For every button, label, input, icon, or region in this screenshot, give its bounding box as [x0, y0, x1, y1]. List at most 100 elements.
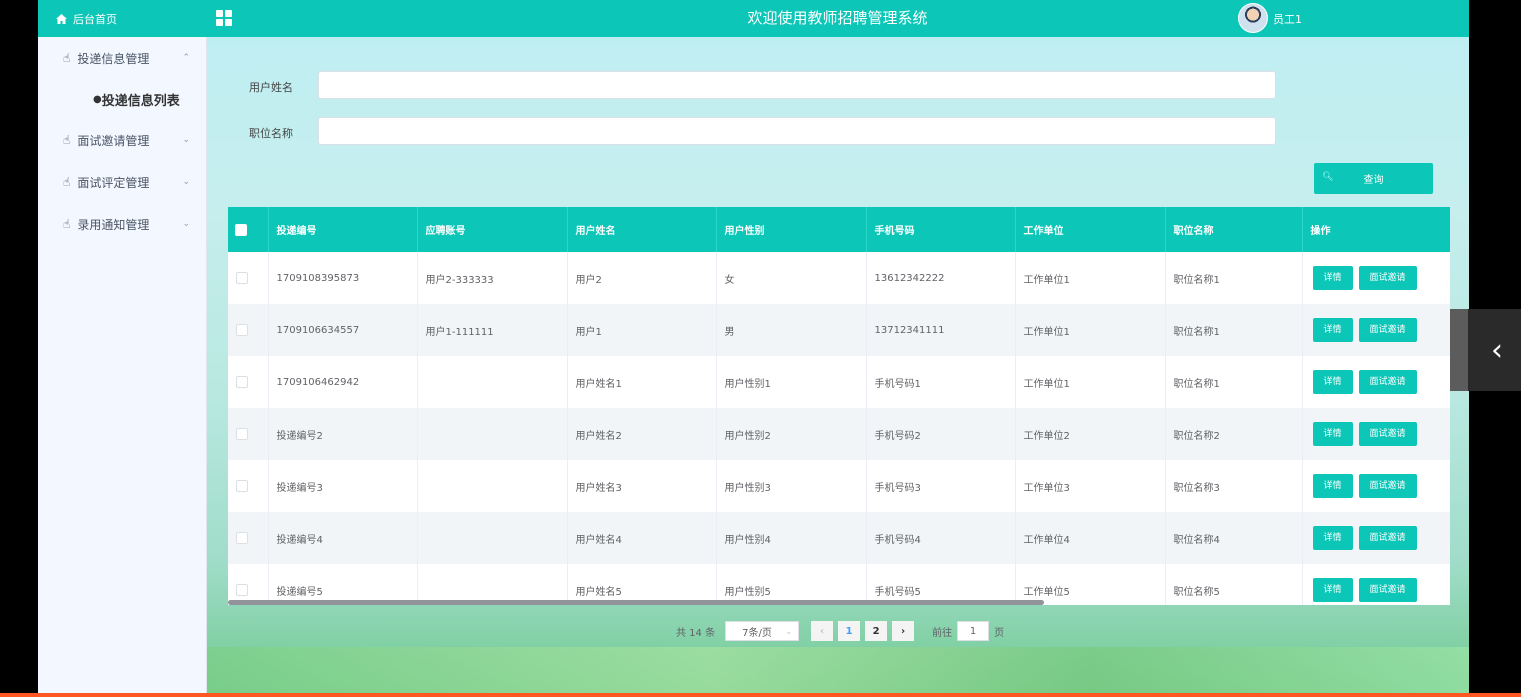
- detail-button[interactable]: 详情: [1312, 422, 1353, 446]
- table-cell: 用户性别1: [716, 356, 867, 408]
- username-input[interactable]: [318, 71, 1276, 99]
- row-select-cell: [228, 512, 269, 564]
- table-cell: 用户姓名5: [567, 564, 717, 605]
- table-row[interactable]: 投递编号2 用户姓名2 用户性别2 手机号码2 工作单位2 职位名称2 详情 面试邀请: [228, 408, 1450, 460]
- next-page-button[interactable]: ›: [892, 621, 915, 641]
- topbar: 欢迎使用教师招聘管理系统 员工1: [206, 0, 1469, 37]
- row-actions-cell: 详情 面试邀请: [1302, 252, 1450, 304]
- row-select-cell: [228, 408, 269, 460]
- sidebar-group-label: 投递信息管理: [77, 51, 150, 66]
- table-cell: 手机号码3: [866, 460, 1016, 512]
- table-cell: 职位名称3: [1165, 460, 1303, 512]
- table-cell: 手机号码2: [866, 408, 1016, 460]
- hand-icon: ☝︎: [63, 133, 71, 147]
- table-cell: 职位名称1: [1165, 304, 1303, 356]
- detail-button[interactable]: 详情: [1312, 370, 1353, 394]
- chevron-left-icon: ‹: [1491, 332, 1503, 368]
- sidebar-home-label: 后台首页: [73, 12, 117, 26]
- detail-button[interactable]: 详情: [1312, 474, 1353, 498]
- sidebar-home[interactable]: 后台首页: [38, 0, 206, 37]
- column-header[interactable]: 投递编号: [268, 207, 418, 252]
- row-checkbox[interactable]: [236, 584, 248, 596]
- row-actions-cell: 详情 面试邀请: [1302, 564, 1450, 605]
- position-name-label: 职位名称: [249, 127, 293, 140]
- table-cell: 用户性别5: [716, 564, 867, 605]
- table-cell: 用户姓名4: [567, 512, 717, 564]
- table-cell: 职位名称1: [1165, 356, 1303, 408]
- column-header[interactable]: 手机号码: [866, 207, 1016, 252]
- location-pin-icon: ●: [93, 93, 102, 105]
- column-header[interactable]: 工作单位: [1015, 207, 1166, 252]
- table-cell: 投递编号5: [268, 564, 418, 605]
- column-header[interactable]: 用户性别: [716, 207, 867, 252]
- table-row[interactable]: 1709106462942 用户姓名1 用户性别1 手机号码1 工作单位1 职位名称1 详情…: [228, 356, 1450, 408]
- table-cell: 女: [716, 252, 867, 304]
- row-checkbox[interactable]: [236, 324, 248, 336]
- chevron-down-icon: ⌄: [182, 219, 190, 229]
- main-content: 用户姓名 职位名称 🔍︎ 查询 投递编号 应聘账号 用户姓名 用户性别 手机号码…: [207, 37, 1469, 697]
- table-cell: 用户1: [567, 304, 717, 356]
- table-cell: 用户性别3: [716, 460, 867, 512]
- table-row[interactable]: 投递编号3 用户姓名3 用户性别3 手机号码3 工作单位3 职位名称3 详情 面试邀请: [228, 460, 1450, 512]
- table-cell: 投递编号4: [268, 512, 418, 564]
- table-cell: 工作单位1: [1015, 356, 1166, 408]
- horizontal-scrollbar[interactable]: [228, 600, 1044, 605]
- query-button[interactable]: 🔍︎ 查询: [1314, 163, 1433, 194]
- row-checkbox[interactable]: [236, 272, 248, 284]
- collapse-panel-button[interactable]: ‹: [1448, 309, 1521, 391]
- position-name-input[interactable]: [318, 117, 1276, 145]
- row-checkbox[interactable]: [236, 376, 248, 388]
- app-window: 后台首页 ☝︎ 投递信息管理 ⌃ ● 投递信息列表 ☝︎ 面试邀请管理 ⌄ ☝︎ 面试评定管理 ⌄ ☝…: [38, 0, 1469, 697]
- column-header[interactable]: 用户姓名: [567, 207, 717, 252]
- sidebar-group-label: 录用通知管理: [77, 217, 150, 232]
- row-checkbox[interactable]: [236, 480, 248, 492]
- column-header[interactable]: 职位名称: [1165, 207, 1303, 252]
- user-name[interactable]: 员工1: [1273, 11, 1302, 27]
- interview-invite-button[interactable]: 面试邀请: [1358, 526, 1417, 550]
- interview-invite-button[interactable]: 面试邀请: [1358, 474, 1417, 498]
- table-cell: 工作单位1: [1015, 304, 1166, 356]
- detail-button[interactable]: 详情: [1312, 318, 1353, 342]
- interview-invite-button[interactable]: 面试邀请: [1358, 370, 1417, 394]
- interview-invite-button[interactable]: 面试邀请: [1358, 266, 1417, 290]
- table-cell: 工作单位5: [1015, 564, 1166, 605]
- sidebar-item[interactable]: ● 投递信息列表: [38, 79, 206, 119]
- page-button-1[interactable]: 1: [838, 621, 861, 641]
- column-header[interactable]: 应聘账号: [417, 207, 568, 252]
- interview-invite-button[interactable]: 面试邀请: [1358, 422, 1417, 446]
- table-cell: 用户性别2: [716, 408, 867, 460]
- detail-button[interactable]: 详情: [1312, 578, 1353, 602]
- detail-button[interactable]: 详情: [1312, 266, 1353, 290]
- table-cell: 工作单位4: [1015, 512, 1166, 564]
- table-row[interactable]: 投递编号4 用户姓名4 用户性别4 手机号码4 工作单位4 职位名称4 详情 面试邀请: [228, 512, 1450, 564]
- select-all-checkbox[interactable]: [235, 223, 247, 236]
- table-row[interactable]: 投递编号5 用户姓名5 用户性别5 手机号码5 工作单位5 职位名称5 详情 面试邀请: [228, 564, 1450, 605]
- avatar[interactable]: [1238, 3, 1268, 33]
- interview-invite-button[interactable]: 面试邀请: [1358, 578, 1417, 602]
- row-select-cell: [228, 304, 269, 356]
- sidebar-group[interactable]: ☝︎ 录用通知管理 ⌄: [38, 203, 206, 245]
- prev-page-button[interactable]: ‹: [811, 621, 834, 641]
- table-cell: 13612342222: [866, 252, 1016, 304]
- row-checkbox[interactable]: [236, 532, 248, 544]
- sidebar: 后台首页 ☝︎ 投递信息管理 ⌃ ● 投递信息列表 ☝︎ 面试邀请管理 ⌄ ☝︎ 面试评定管理 ⌄ ☝…: [38, 0, 207, 697]
- table-cell: [417, 408, 568, 460]
- goto-page-input[interactable]: 1: [957, 621, 990, 641]
- table-cell: 用户姓名2: [567, 408, 717, 460]
- bottom-progress-bar: [0, 693, 1521, 697]
- table-row[interactable]: 1709106634557 用户1-111111 用户1 男 13712341111 工作…: [228, 304, 1450, 356]
- sidebar-group[interactable]: ☝︎ 投递信息管理 ⌃: [38, 37, 206, 79]
- detail-button[interactable]: 详情: [1312, 526, 1353, 550]
- page-button-2[interactable]: 2: [865, 621, 888, 641]
- table-row[interactable]: 1709108395873 用户2-333333 用户2 女 13612342222 工作…: [228, 252, 1450, 304]
- total-count: 共 14 条: [676, 627, 716, 639]
- table-cell: 1709108395873: [268, 252, 418, 304]
- page-size-select[interactable]: 7条/页 ⌄: [725, 621, 800, 641]
- sidebar-group[interactable]: ☝︎ 面试邀请管理 ⌄: [38, 119, 206, 161]
- table-cell: [417, 512, 568, 564]
- row-actions-cell: 详情 面试邀请: [1302, 304, 1450, 356]
- interview-invite-button[interactable]: 面试邀请: [1358, 318, 1417, 342]
- panel-strip: [1448, 309, 1468, 391]
- sidebar-group[interactable]: ☝︎ 面试评定管理 ⌄: [38, 161, 206, 203]
- row-checkbox[interactable]: [236, 428, 248, 440]
